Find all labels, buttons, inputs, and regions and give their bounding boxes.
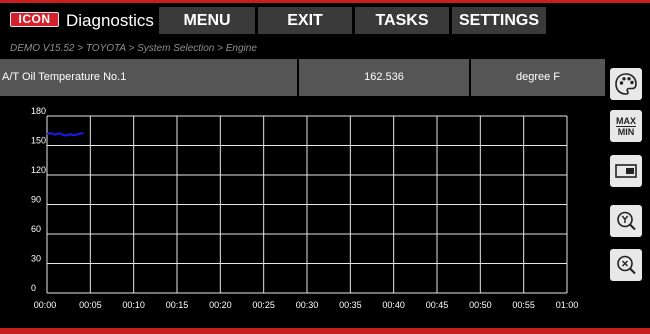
toggle-view-icon xyxy=(615,164,637,178)
parameter-unit: degree F xyxy=(471,59,605,96)
series-line xyxy=(46,132,84,137)
y-zoom-icon xyxy=(617,211,636,231)
x-tick-label: 00:35 xyxy=(339,300,362,310)
chart-series xyxy=(46,132,84,137)
chart-grid xyxy=(46,115,568,294)
x-tick-label: 00:25 xyxy=(252,300,275,310)
x-zoom-button[interactable] xyxy=(610,249,642,281)
x-tick-label: 00:30 xyxy=(296,300,319,310)
x-tick-label: 00:05 xyxy=(79,300,102,310)
y-tick-label: 30 xyxy=(31,254,41,264)
y-zoom-button[interactable] xyxy=(610,205,642,237)
bottom-accent-line xyxy=(0,328,650,334)
parameter-name: A/T Oil Temperature No.1 xyxy=(0,59,297,96)
x-tick-label: 00:55 xyxy=(512,300,535,310)
y-tick-label: 120 xyxy=(31,165,46,175)
y-tick-label: 90 xyxy=(31,195,41,205)
palette-button[interactable] xyxy=(610,68,642,100)
x-zoom-icon xyxy=(617,255,636,275)
y-tick-label: 150 xyxy=(31,136,46,146)
brand-logo: ICON xyxy=(10,12,59,27)
tasks-button[interactable]: TASKS xyxy=(355,7,449,34)
toggle-view-button[interactable] xyxy=(610,155,642,187)
x-tick-label: 00:50 xyxy=(469,300,492,310)
y-tick-label: 180 xyxy=(31,106,46,116)
x-tick-label: 00:00 xyxy=(34,300,57,310)
max-min-button[interactable]: MAX MIN xyxy=(610,110,642,142)
x-tick-label: 00:15 xyxy=(166,300,189,310)
parameter-row[interactable]: A/T Oil Temperature No.1 162.536 degree … xyxy=(0,59,605,96)
x-tick-label: 00:10 xyxy=(122,300,145,310)
x-axis: 00:00 00:05 00:10 00:15 00:20 00:25 00:30 00:35… xyxy=(34,300,579,310)
breadcrumb: DEMO V15.52 > TOYOTA > System Selection … xyxy=(10,43,257,54)
max-min-icon: MAX MIN xyxy=(616,116,636,137)
x-tick-label: 01:00 xyxy=(556,300,579,310)
min-label: MIN xyxy=(618,127,635,137)
x-tick-label: 00:40 xyxy=(382,300,405,310)
menu-button[interactable]: MENU xyxy=(159,7,255,34)
x-tick-label: 00:45 xyxy=(426,300,449,310)
x-tick-label: 00:20 xyxy=(209,300,232,310)
header-bar: ICON Diagnostics MENU EXIT TASKS SETTING… xyxy=(0,3,650,35)
y-axis: 0 30 60 90 120 150 180 xyxy=(31,106,46,293)
exit-button[interactable]: EXIT xyxy=(258,7,352,34)
max-label: MAX xyxy=(616,116,636,126)
parameter-value: 162.536 xyxy=(299,59,469,96)
line-chart: 0306090120150180 00:00 00:05 00:10 00:15 00:… xyxy=(31,106,579,310)
palette-icon xyxy=(615,73,637,95)
app-title: Diagnostics xyxy=(66,11,154,30)
y-tick-label: 60 xyxy=(31,224,41,234)
y-tick-label: 0 xyxy=(31,283,36,293)
settings-button[interactable]: SETTINGS xyxy=(452,7,546,34)
